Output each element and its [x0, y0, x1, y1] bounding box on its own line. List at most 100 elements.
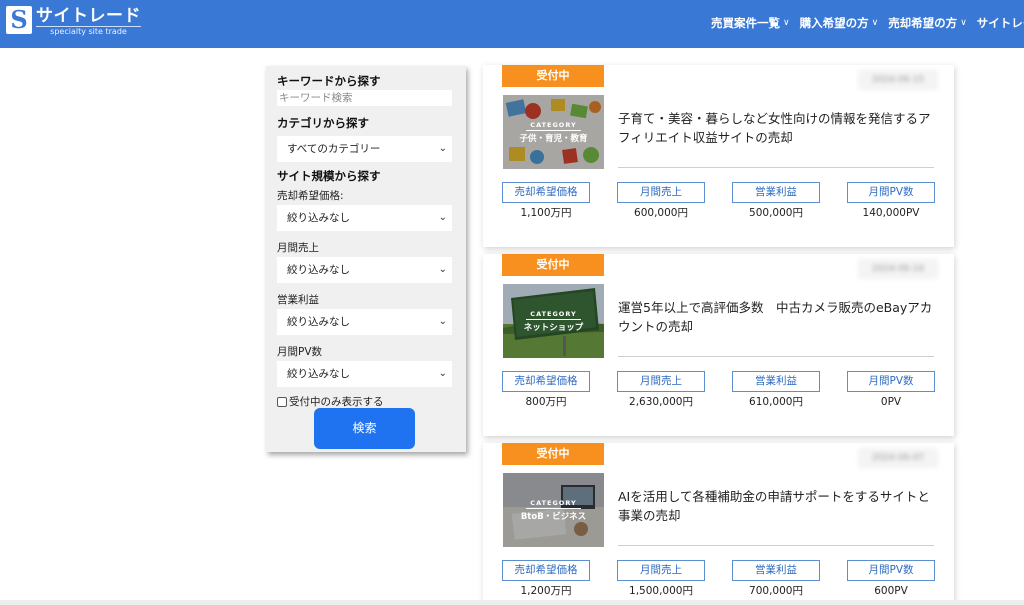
- pv-filter-label: 月間PV数: [277, 346, 323, 358]
- open-only-checkbox[interactable]: [277, 396, 287, 407]
- metric-value: 600,000円: [634, 207, 688, 219]
- nav-item-label: 売買案件一覧: [711, 16, 780, 30]
- site-header: S サイトレード specialty site trade 売買案件一覧 ∨ 購入…: [0, 0, 1024, 48]
- category-tag: CATEGORY: [526, 499, 581, 509]
- chevron-down-icon: ∨: [783, 18, 790, 28]
- metric-value: 610,000円: [749, 396, 803, 408]
- metric-value: 700,000円: [749, 585, 803, 597]
- metric-price: 売却希望価格 1,100万円: [502, 182, 590, 220]
- logo-tagline: specialty site trade: [36, 26, 141, 36]
- metric-profit: 営業利益 610,000円: [732, 371, 820, 409]
- listing-card[interactable]: 受付中 2024-06-07 CATEGORY BtoB・ビジネス AIを活用し…: [483, 443, 954, 605]
- price-filter-select[interactable]: 絞り込みなし ⌄: [277, 205, 452, 231]
- thumbnail-caption: CATEGORY BtoB・ビジネス: [503, 473, 604, 547]
- select-value: 絞り込みなし: [287, 368, 350, 380]
- metric-label: 月間売上: [617, 371, 705, 392]
- metric-label: 月間PV数: [847, 371, 935, 392]
- select-value: 絞り込みなし: [287, 212, 350, 224]
- nav-item-sitetrade[interactable]: サイトレー: [977, 15, 1024, 31]
- category-name: BtoB・ビジネス: [520, 511, 587, 522]
- metric-price: 売却希望価格 800万円: [502, 371, 590, 409]
- metric-sales: 月間売上 600,000円: [617, 182, 705, 220]
- metric-value: 2,630,000円: [629, 396, 693, 408]
- metric-value: 1,100万円: [520, 207, 572, 219]
- listing-card[interactable]: 受付中 2024-06-15 CATEGORY 子供・育児・教育 子育て・美容・…: [483, 65, 954, 247]
- metric-label: 売却希望価格: [502, 560, 590, 581]
- category-name: 子供・育児・教育: [519, 133, 588, 144]
- metric-value: 800万円: [525, 396, 567, 408]
- divider: [618, 167, 934, 168]
- listing-thumbnail[interactable]: CATEGORY ネットショップ: [503, 284, 604, 358]
- site-logo[interactable]: S サイトレード specialty site trade: [6, 6, 141, 36]
- metric-label: 月間売上: [617, 560, 705, 581]
- chevron-down-icon: ∨: [871, 18, 879, 28]
- metric-label: 営業利益: [732, 560, 820, 581]
- chevron-down-icon: ⌄: [438, 143, 447, 154]
- metric-pv: 月間PV数 0PV: [847, 371, 935, 409]
- category-heading: カテゴリから探す: [277, 116, 369, 130]
- metric-label: 月間売上: [617, 182, 705, 203]
- select-value: 絞り込みなし: [287, 264, 350, 276]
- price-filter-label: 売却希望価格:: [277, 190, 344, 202]
- metric-value: 1,500,000円: [629, 585, 693, 597]
- logo-text: サイトレード specialty site trade: [36, 6, 141, 36]
- listing-title[interactable]: AIを活用して各種補助金の申請サポートをするサイトと事業の売却: [618, 487, 936, 525]
- listing-date: 2024-06-07: [858, 448, 938, 468]
- logo-name: サイトレード: [36, 6, 141, 26]
- nav-item-label: サイトレー: [976, 16, 1024, 30]
- thumbnail-caption: CATEGORY ネットショップ: [503, 284, 604, 358]
- category-select[interactable]: すべてのカテゴリー ⌄: [277, 136, 452, 162]
- metric-sales: 月間売上 1,500,000円: [617, 560, 705, 598]
- metric-label: 月間PV数: [847, 182, 935, 203]
- thumbnail-caption: CATEGORY 子供・育児・教育: [503, 95, 604, 169]
- nav-item-sellers[interactable]: 売却希望の方 ∨: [888, 15, 967, 31]
- metric-pv: 月間PV数 600PV: [847, 560, 935, 598]
- divider: [618, 545, 934, 546]
- metric-pv: 月間PV数 140,000PV: [847, 182, 935, 220]
- listing-card[interactable]: 受付中 2024-06-14 CATEGORY ネットショップ 運営5年以上で高…: [483, 254, 954, 436]
- select-value: 絞り込みなし: [287, 316, 350, 328]
- listing-date: 2024-06-14: [858, 259, 938, 279]
- metric-profit: 営業利益 500,000円: [732, 182, 820, 220]
- open-only-label[interactable]: 受付中のみ表示する: [289, 394, 384, 409]
- nav-item-listings[interactable]: 売買案件一覧 ∨: [711, 15, 790, 31]
- listing-title[interactable]: 運営5年以上で高評価多数 中古カメラ販売のeBayアカウントの売却: [618, 298, 936, 336]
- metric-label: 営業利益: [732, 182, 820, 203]
- chevron-down-icon: ⌄: [438, 368, 447, 379]
- profit-filter-select[interactable]: 絞り込みなし ⌄: [277, 309, 452, 335]
- nav-item-buyers[interactable]: 購入希望の方 ∨: [800, 15, 879, 31]
- search-button[interactable]: 検索: [314, 408, 415, 449]
- scale-heading: サイト規模から探す: [277, 169, 381, 183]
- pv-filter-select[interactable]: 絞り込みなし ⌄: [277, 361, 452, 387]
- metric-price: 売却希望価格 1,200万円: [502, 560, 590, 598]
- sales-filter-select[interactable]: 絞り込みなし ⌄: [277, 257, 452, 283]
- category-tag: CATEGORY: [526, 121, 581, 131]
- metric-label: 月間PV数: [847, 560, 935, 581]
- listing-date: 2024-06-15: [858, 70, 938, 90]
- status-badge: 受付中: [502, 65, 604, 87]
- keyword-input[interactable]: [277, 90, 452, 106]
- listing-thumbnail[interactable]: CATEGORY 子供・育児・教育: [503, 95, 604, 169]
- listing-title[interactable]: 子育て・美容・暮らしなど女性向けの情報を発信するアフィリエイト収益サイトの売却: [618, 109, 936, 147]
- category-select-value: すべてのカテゴリー: [287, 143, 381, 155]
- metric-value: 600PV: [874, 585, 908, 597]
- status-badge: 受付中: [502, 443, 604, 465]
- nav-item-label: 購入希望の方: [799, 16, 869, 30]
- chevron-down-icon: ⌄: [438, 316, 447, 327]
- page-bottom-edge: [0, 600, 1024, 605]
- metric-profit: 営業利益 700,000円: [732, 560, 820, 598]
- sales-filter-label: 月間売上: [277, 242, 319, 254]
- metric-value: 140,000PV: [862, 207, 920, 219]
- chevron-down-icon: ∨: [960, 18, 967, 28]
- metric-label: 売却希望価格: [502, 371, 590, 392]
- listing-thumbnail[interactable]: CATEGORY BtoB・ビジネス: [503, 473, 604, 547]
- nav-item-label: 売却希望の方: [888, 16, 958, 30]
- metric-label: 売却希望価格: [502, 182, 590, 203]
- main-nav: 売買案件一覧∨ 購入希望の方∨ 売却希望の方∨ サイトレー: [711, 15, 1024, 31]
- status-badge: 受付中: [502, 254, 604, 276]
- metric-label: 営業利益: [732, 371, 820, 392]
- metric-value: 1,200万円: [520, 585, 572, 597]
- divider: [618, 356, 934, 357]
- profit-filter-label: 営業利益: [277, 294, 319, 306]
- metric-value: 500,000円: [749, 207, 803, 219]
